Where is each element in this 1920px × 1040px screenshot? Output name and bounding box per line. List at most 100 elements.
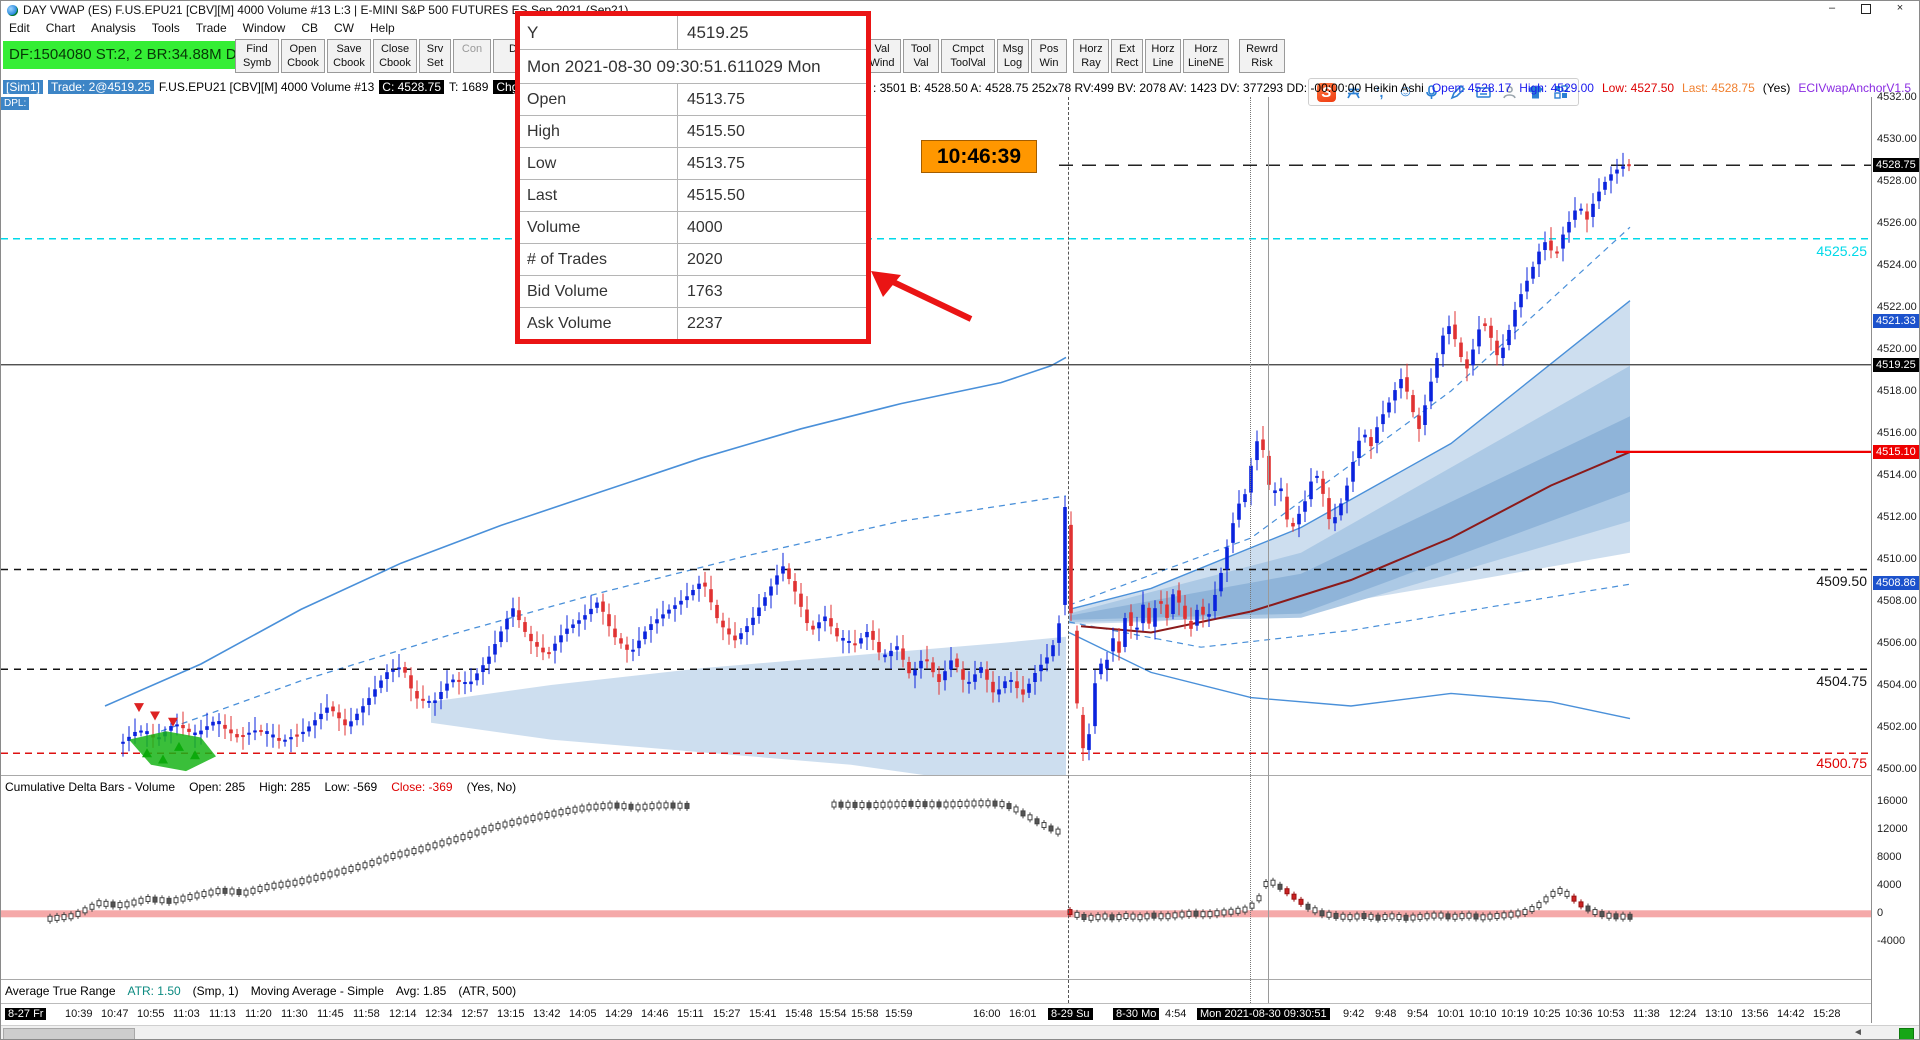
cumulative-delta-chart[interactable] (1, 797, 1871, 979)
minimize-button[interactable]: – (1815, 1, 1849, 17)
menu-analysis[interactable]: Analysis (83, 21, 144, 35)
tooltip-row-value: 2020 (687, 250, 723, 268)
delta-axis-tick: 16000 (1877, 795, 1908, 807)
toolbar-button-toolval[interactable]: Tool Val (903, 39, 939, 73)
annotation-arrow (871, 271, 973, 322)
menu-cb[interactable]: CB (293, 21, 326, 35)
menu-window[interactable]: Window (235, 21, 294, 35)
tooltip-row: Low 4513.75 (520, 148, 866, 180)
time-axis-label: 8-30 Mo (1113, 1008, 1160, 1020)
time-axis-label: 11:45 (317, 1008, 344, 1020)
time-axis-label: 15:58 (851, 1008, 879, 1020)
toolbar-button-con[interactable]: Con (453, 39, 491, 73)
delta-panel-label: Cumulative Delta Bars - Volume Open: 285 H… (5, 778, 516, 796)
tooltip-row: Last 4515.50 (520, 180, 866, 212)
data-feed-status: DF:1504080 ST:2, 2 BR:34.88M DL:0 (3, 41, 239, 69)
time-axis-label: 14:05 (569, 1008, 597, 1020)
tooltip-row-label: Bid Volume (520, 276, 678, 307)
session-line (1268, 97, 1269, 1003)
time-axis-label: 10:53 (1597, 1008, 1625, 1020)
time-axis-label: 12:57 (461, 1008, 489, 1020)
price-tick: 4506.00 (1877, 637, 1917, 649)
horizontal-scrollbar[interactable]: ◄ (1, 1025, 1919, 1039)
tooltip-row-value: 1763 (687, 282, 723, 300)
time-axis-label: 11:13 (209, 1008, 236, 1020)
toolbar-button-rewrdrisk[interactable]: Rewrd Risk (1239, 39, 1285, 73)
menu-chart[interactable]: Chart (38, 21, 83, 35)
tooltip-row-label: Last (520, 180, 678, 211)
toolbar-button-horzline[interactable]: Horz Line (1145, 39, 1181, 73)
price-tick: 4512.00 (1877, 511, 1917, 523)
atr-panel-label: Average True Range ATR: 1.50 (Smp, 1) Movin… (5, 982, 516, 1000)
atr-label-segment: Moving Average - Simple (250, 984, 384, 998)
toolbar-button-savecbook[interactable]: Save Cbook (327, 39, 371, 73)
price-tick: 4500.00 (1877, 763, 1917, 775)
toolbar-button-srvset[interactable]: Srv Set (419, 39, 451, 73)
toolbar-button-poswin[interactable]: Pos Win (1031, 39, 1067, 73)
time-axis-label: 9:42 (1343, 1008, 1365, 1020)
time-axis-label: 13:10 (1705, 1008, 1733, 1020)
time-axis-label: 10:01 (1437, 1008, 1465, 1020)
chart-price-label: 4504.75 (1816, 673, 1867, 689)
toolbar-button-opencbook[interactable]: Open Cbook (281, 39, 325, 73)
price-tick: 4504.00 (1877, 679, 1917, 691)
tooltip-row-value: 4515.50 (687, 186, 745, 204)
delta-axis-tick: -4000 (1877, 935, 1906, 947)
menu-cw[interactable]: CW (326, 21, 362, 35)
toolbar-button-msglog[interactable]: Msg Log (997, 39, 1029, 73)
time-axis-label: 15:41 (749, 1008, 777, 1020)
time-axis-label: 13:56 (1741, 1008, 1769, 1020)
time-axis-label: 16:01 (1009, 1008, 1037, 1020)
tooltip-row: Open 4513.75 (520, 84, 866, 116)
menu-tools[interactable]: Tools (144, 21, 188, 35)
toolbar-button-horzray[interactable]: Horz Ray (1073, 39, 1109, 73)
window-controls: – × (1815, 1, 1917, 17)
delta-axis-tick: 12000 (1877, 823, 1908, 835)
toolbar-button-extrect[interactable]: Ext Rect (1111, 39, 1143, 73)
delta-label-segment: High: 285 (259, 780, 311, 794)
delta-label-segment: Low: -569 (324, 780, 378, 794)
menu-edit[interactable]: Edit (1, 21, 38, 35)
price-tick: 4528.00 (1877, 175, 1917, 187)
price-badge: 4519.25 (1873, 358, 1919, 372)
panel-divider[interactable] (1, 979, 1871, 980)
tooltip-row-value: 4513.75 (687, 90, 745, 108)
time-axis-label: 12:24 (1669, 1008, 1697, 1020)
panel-divider[interactable] (1, 775, 1871, 776)
restore-icon (1861, 4, 1871, 14)
main-price-chart[interactable] (1, 97, 1871, 775)
scrollbar-thumb[interactable] (3, 1028, 135, 1039)
scrollbar-arrow-icon[interactable]: ◄ (1853, 1027, 1863, 1038)
price-axis-separator (1871, 97, 1872, 1023)
time-axis-label: 15:28 (1813, 1008, 1841, 1020)
time-axis-label: 11:58 (353, 1008, 380, 1020)
delta-label-segment: Open: 285 (189, 780, 246, 794)
time-axis-label: 13:42 (533, 1008, 561, 1020)
close-button[interactable]: × (1883, 1, 1917, 17)
title-bar: DAY VWAP (ES) F.US.EPU21 [CBV][M] 4000 V… (1, 1, 1919, 20)
toolbar-button-findsymb[interactable]: Find Symb (235, 39, 279, 73)
status-segment: F.US.EPU21 [CBV][M] 4000 Volume #13 (158, 80, 375, 94)
chart-status-line-right: : 3501 B: 4528.50 A: 4528.75 252x78 RV:4… (873, 80, 1919, 96)
status-segment: Open: 4528.17 (1431, 81, 1512, 95)
status-segment: (Yes) (1762, 81, 1791, 95)
restore-button[interactable] (1849, 1, 1883, 17)
tooltip-row-label: Open (520, 84, 678, 115)
status-segment: T: 1689 (449, 80, 489, 94)
status-segment: Low: 4527.50 (1601, 81, 1675, 95)
menu-help[interactable]: Help (362, 21, 403, 35)
tooltip-row-value: 4000 (687, 218, 723, 236)
time-axis-label: 8-27 Fr (5, 1008, 47, 1020)
delta-label-segment: Cumulative Delta Bars - Volume (5, 780, 176, 794)
toolbar-button-horzlinene[interactable]: Horz LineNE (1183, 39, 1229, 73)
status-segment: C: 4528.75 (379, 80, 444, 94)
time-axis-label: 16:00 (973, 1008, 1001, 1020)
menu-trade[interactable]: Trade (188, 21, 235, 35)
toolbar-button-closecbook[interactable]: Close Cbook (373, 39, 417, 73)
tooltip-row-value: 4515.50 (687, 122, 745, 140)
time-axis-label: 15:59 (885, 1008, 913, 1020)
tooltip-row-label: Volume (520, 212, 678, 243)
toolbar-button-cmpcttoolval[interactable]: Cmpct ToolVal (941, 39, 995, 73)
status-segment: Last: 4528.75 (1682, 81, 1755, 95)
time-axis[interactable]: 8-27 Fr 10:39 10:47 10:55 11:03 11:13 11:20 11:… (1, 1003, 1871, 1024)
